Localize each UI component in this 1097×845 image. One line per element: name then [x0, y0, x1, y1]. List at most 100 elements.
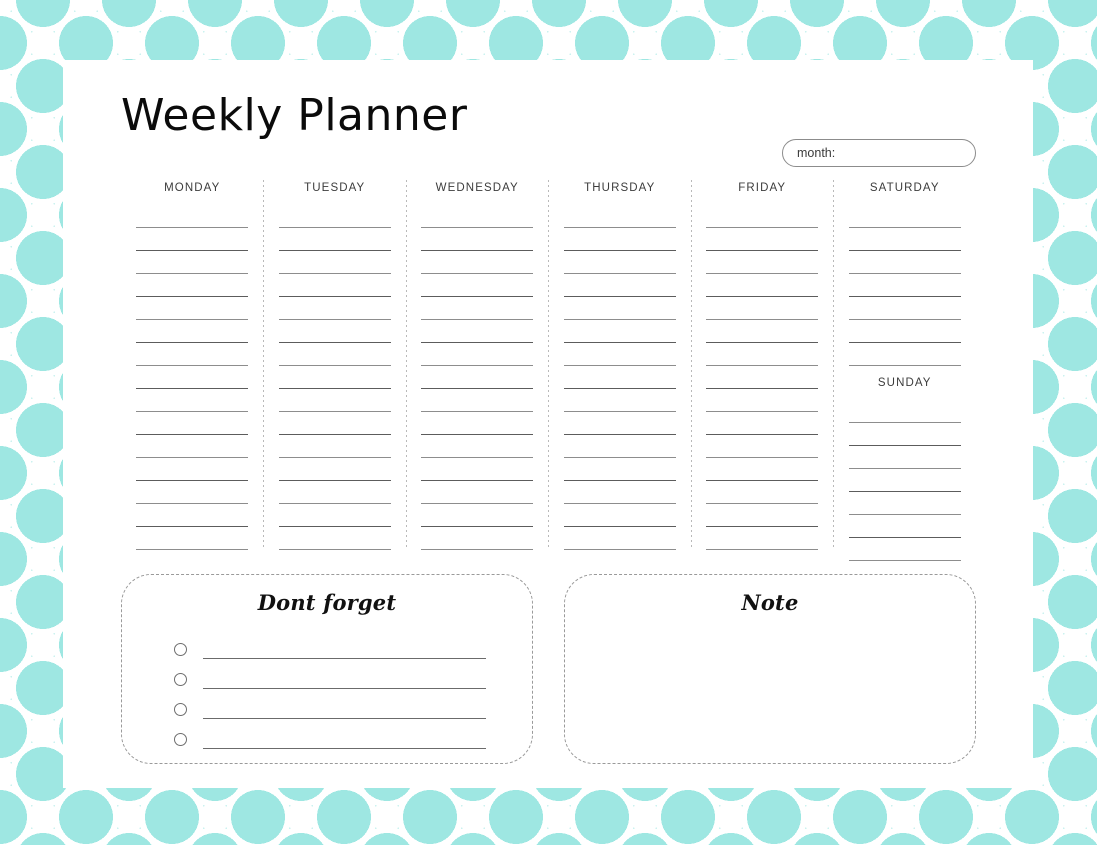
note-input-area[interactable] [565, 615, 975, 735]
writing-line[interactable] [136, 504, 249, 527]
checkbox-circle-icon[interactable] [174, 643, 187, 656]
writing-line[interactable] [848, 538, 961, 561]
writing-line[interactable] [136, 228, 249, 251]
writing-line[interactable] [421, 228, 534, 251]
writing-line[interactable] [848, 320, 961, 343]
writing-line[interactable] [848, 228, 961, 251]
writing-line[interactable] [563, 343, 676, 366]
writing-line[interactable] [136, 320, 249, 343]
writing-line[interactable] [848, 297, 961, 320]
writing-line[interactable] [421, 389, 534, 412]
writing-line[interactable] [278, 481, 391, 504]
writing-line[interactable] [136, 481, 249, 504]
writing-line[interactable] [848, 274, 961, 297]
writing-line[interactable] [136, 251, 249, 274]
writing-line[interactable] [278, 320, 391, 343]
day-header-monday: MONDAY [164, 182, 221, 194]
writing-line[interactable] [706, 481, 819, 504]
writing-line[interactable] [706, 205, 819, 228]
writing-line[interactable] [136, 297, 249, 320]
writing-line[interactable] [278, 389, 391, 412]
writing-line[interactable] [563, 274, 676, 297]
writing-line[interactable] [706, 389, 819, 412]
todo-line[interactable] [203, 748, 486, 749]
writing-line[interactable] [136, 343, 249, 366]
writing-line[interactable] [563, 458, 676, 481]
writing-line[interactable] [278, 343, 391, 366]
writing-line[interactable] [563, 504, 676, 527]
writing-line[interactable] [421, 320, 534, 343]
todo-line[interactable] [203, 658, 486, 659]
writing-line[interactable] [848, 446, 961, 469]
writing-line[interactable] [421, 366, 534, 389]
writing-line[interactable] [563, 205, 676, 228]
todo-line[interactable] [203, 688, 486, 689]
writing-line[interactable] [706, 297, 819, 320]
writing-line[interactable] [421, 297, 534, 320]
writing-line[interactable] [278, 366, 391, 389]
writing-line[interactable] [278, 205, 391, 228]
writing-line[interactable] [136, 527, 249, 550]
writing-line[interactable] [848, 400, 961, 423]
writing-line[interactable] [848, 343, 961, 366]
writing-line[interactable] [706, 435, 819, 458]
writing-line[interactable] [706, 412, 819, 435]
writing-line[interactable] [848, 205, 961, 228]
writing-line[interactable] [563, 366, 676, 389]
writing-line[interactable] [706, 504, 819, 527]
writing-line[interactable] [278, 412, 391, 435]
checkbox-circle-icon[interactable] [174, 703, 187, 716]
writing-line[interactable] [563, 412, 676, 435]
writing-line[interactable] [706, 366, 819, 389]
writing-line[interactable] [136, 435, 249, 458]
writing-line[interactable] [421, 412, 534, 435]
writing-line[interactable] [278, 297, 391, 320]
writing-line[interactable] [136, 366, 249, 389]
writing-line[interactable] [563, 481, 676, 504]
writing-line[interactable] [563, 435, 676, 458]
todo-line[interactable] [203, 718, 486, 719]
writing-line[interactable] [421, 504, 534, 527]
writing-line[interactable] [421, 251, 534, 274]
writing-line[interactable] [421, 343, 534, 366]
writing-line[interactable] [421, 481, 534, 504]
writing-line[interactable] [563, 389, 676, 412]
writing-line[interactable] [278, 504, 391, 527]
writing-line[interactable] [278, 251, 391, 274]
writing-line[interactable] [278, 458, 391, 481]
writing-line[interactable] [136, 205, 249, 228]
writing-line[interactable] [421, 435, 534, 458]
writing-line[interactable] [848, 251, 961, 274]
writing-line[interactable] [136, 458, 249, 481]
writing-line[interactable] [563, 320, 676, 343]
writing-line[interactable] [563, 251, 676, 274]
checkbox-circle-icon[interactable] [174, 733, 187, 746]
writing-line[interactable] [136, 274, 249, 297]
writing-line[interactable] [848, 515, 961, 538]
writing-line[interactable] [706, 251, 819, 274]
writing-line[interactable] [563, 228, 676, 251]
writing-line[interactable] [706, 458, 819, 481]
writing-line[interactable] [706, 527, 819, 550]
writing-line[interactable] [706, 228, 819, 251]
writing-line[interactable] [421, 205, 534, 228]
writing-line[interactable] [848, 469, 961, 492]
month-field[interactable]: month: [782, 139, 976, 167]
checkbox-circle-icon[interactable] [174, 673, 187, 686]
writing-line[interactable] [848, 492, 961, 515]
writing-line[interactable] [563, 297, 676, 320]
writing-line[interactable] [706, 274, 819, 297]
writing-line[interactable] [421, 458, 534, 481]
writing-line[interactable] [706, 343, 819, 366]
writing-line[interactable] [278, 274, 391, 297]
writing-line[interactable] [421, 527, 534, 550]
writing-line[interactable] [278, 527, 391, 550]
writing-line[interactable] [421, 274, 534, 297]
writing-line[interactable] [848, 423, 961, 446]
writing-line[interactable] [278, 435, 391, 458]
writing-line[interactable] [278, 228, 391, 251]
writing-line[interactable] [136, 389, 249, 412]
writing-line[interactable] [706, 320, 819, 343]
writing-line[interactable] [563, 527, 676, 550]
writing-line[interactable] [136, 412, 249, 435]
